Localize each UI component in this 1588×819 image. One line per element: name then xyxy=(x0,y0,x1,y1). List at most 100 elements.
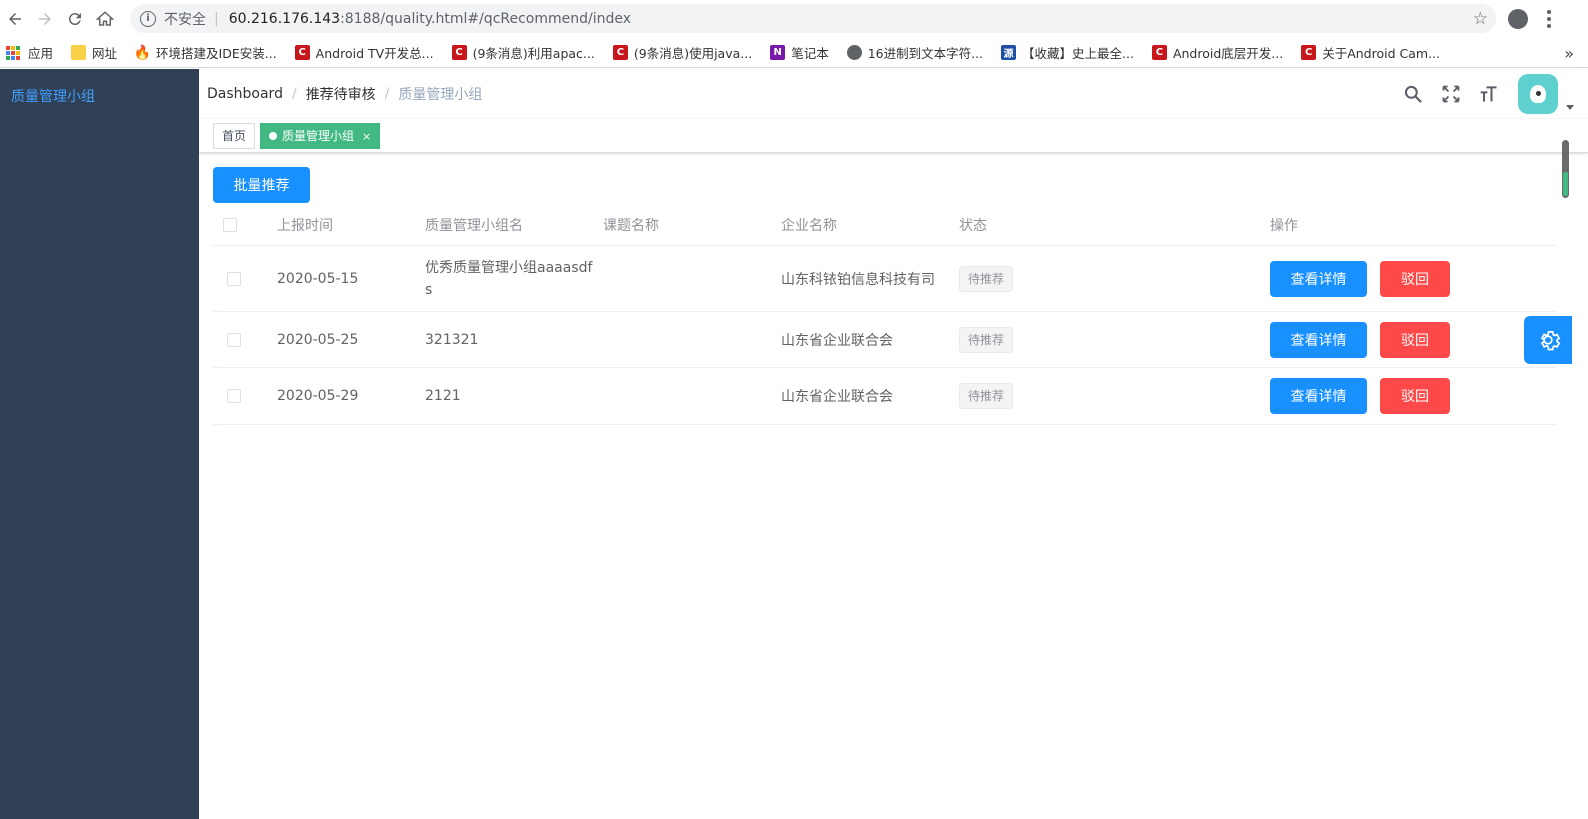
fullscreen-icon xyxy=(1442,85,1460,103)
cell-date: 2020-05-25 xyxy=(277,331,359,348)
bookmark-label: 网址 xyxy=(92,46,118,61)
column-header: 状态 xyxy=(959,218,987,234)
column-header: 质量管理小组名 xyxy=(425,218,523,234)
status-badge: 待推荐 xyxy=(959,383,1014,409)
view-detail-button[interactable]: 查看详情 xyxy=(1270,321,1367,358)
globe-icon xyxy=(846,45,862,60)
reject-button[interactable]: 驳回 xyxy=(1380,378,1450,414)
column-header: 课题名称 xyxy=(603,218,659,234)
row-checkbox[interactable] xyxy=(227,332,241,347)
sidebar-item-quality-group[interactable]: 质量管理小组 xyxy=(0,69,199,125)
row-checkbox[interactable] xyxy=(227,271,241,286)
status-badge: 待推荐 xyxy=(959,265,1014,292)
header-search-button[interactable] xyxy=(1394,69,1432,119)
size-select-button[interactable] xyxy=(1470,69,1508,119)
back-button[interactable] xyxy=(0,4,30,34)
recommend-table: 上报时间 质量管理小组名 课题名称 企业名称 状态 操作 2020-05-15 … xyxy=(213,205,1556,425)
select-all-checkbox[interactable] xyxy=(223,218,237,232)
csdn-icon: C xyxy=(612,45,628,60)
csdn-icon: C xyxy=(294,45,310,60)
text-size-icon xyxy=(1480,86,1497,102)
close-icon[interactable]: × xyxy=(362,130,371,143)
bookmark-ide[interactable]: 🔥 环境搭建及IDE安装... xyxy=(133,43,277,62)
breadcrumb-separator: / xyxy=(291,86,297,102)
bookmarks-more-button[interactable]: » xyxy=(1564,44,1574,63)
table-row: 2020-05-29 2121 山东省企业联合会 待推荐 查看详情 驳回 xyxy=(213,368,1556,425)
breadcrumb-item-dashboard[interactable]: Dashboard xyxy=(207,86,283,102)
search-icon xyxy=(1404,85,1422,103)
tag-label: 首页 xyxy=(222,129,247,143)
avatar-dropdown[interactable] xyxy=(1518,74,1574,114)
forward-button[interactable] xyxy=(30,4,60,34)
reload-icon xyxy=(68,13,81,26)
browser-menu-icon[interactable] xyxy=(1547,9,1551,29)
bookmark-android-low[interactable]: C Android底层开发... xyxy=(1151,43,1284,62)
cell-group: 2121 xyxy=(425,388,461,404)
bookmark-star-icon[interactable]: ☆ xyxy=(1473,9,1488,29)
bookmark-label: Android底层开发... xyxy=(1172,46,1284,61)
view-detail-button[interactable]: 查看详情 xyxy=(1270,378,1367,414)
reject-button[interactable]: 驳回 xyxy=(1380,260,1450,297)
view-detail-button[interactable]: 查看详情 xyxy=(1270,260,1367,297)
bookmark-label: 应用 xyxy=(28,46,54,61)
bookmark-apache[interactable]: C (9条消息)利用apac... xyxy=(451,43,595,62)
bookmark-label: 16进制到文本字符... xyxy=(867,46,984,61)
bookmark-android-cam[interactable]: C 关于Android Cam... xyxy=(1301,43,1440,62)
table-header: 上报时间 质量管理小组名 课题名称 企业名称 状态 操作 xyxy=(213,205,1556,246)
column-header: 上报时间 xyxy=(277,218,333,234)
insecure-label: 不安全 xyxy=(164,11,206,28)
tag-home[interactable]: 首页 xyxy=(213,123,256,149)
table-row: 2020-05-25 321321 山东省企业联合会 待推荐 查看详情 驳回 xyxy=(213,312,1556,368)
navbar-tools xyxy=(1394,69,1588,119)
home-button[interactable] xyxy=(90,4,120,34)
batch-recommend-button[interactable]: 批量推荐 xyxy=(213,167,310,203)
bookmark-label: 关于Android Cam... xyxy=(1322,46,1440,61)
breadcrumb-item-pending[interactable]: 推荐待审核 xyxy=(306,84,376,104)
row-checkbox[interactable] xyxy=(227,389,241,403)
navbar: Dashboard / 推荐待审核 / 质量管理小组 xyxy=(199,69,1588,119)
bookmark-label: 笔记本 xyxy=(791,46,829,61)
bookmark-notebook[interactable]: N 笔记本 xyxy=(770,43,829,62)
avatar[interactable] xyxy=(1518,74,1558,114)
bookmark-java[interactable]: C (9条消息)使用java... xyxy=(612,43,753,62)
settings-button[interactable] xyxy=(1524,316,1572,364)
bookmark-label: 【收藏】史上最全... xyxy=(1022,46,1134,61)
address-bar[interactable]: i 不安全 | 60.216.176.143 :8188/quality.htm… xyxy=(130,4,1496,33)
fullscreen-button[interactable] xyxy=(1432,69,1470,119)
cell-date: 2020-05-29 xyxy=(277,388,359,404)
bookmark-collection[interactable]: 源 【收藏】史上最全... xyxy=(1001,43,1134,62)
folder-icon xyxy=(71,45,87,60)
scrollbar-indicator xyxy=(1563,172,1568,196)
fire-icon: 🔥 xyxy=(133,44,152,61)
main-area: Dashboard / 推荐待审核 / 质量管理小组 首页 质量管理小组 × 批… xyxy=(199,69,1588,819)
bookmark-urls[interactable]: 网址 xyxy=(71,43,117,62)
caret-down-icon[interactable] xyxy=(1566,105,1574,110)
cell-company: 山东省企业联合会 xyxy=(781,389,893,405)
reload-button[interactable] xyxy=(60,4,90,34)
breadcrumb-separator: / xyxy=(384,86,390,102)
arrow-right-icon xyxy=(39,13,51,25)
cell-group: 优秀质量管理小组aaaasdfs xyxy=(425,259,593,298)
home-icon xyxy=(96,11,114,26)
gear-icon xyxy=(1540,331,1561,351)
breadcrumb: Dashboard / 推荐待审核 / 质量管理小组 xyxy=(207,69,482,119)
csdn-icon: C xyxy=(1301,45,1317,60)
url-path: :8188/quality.html#/qcRecommend/index xyxy=(340,10,632,27)
avatar-image-icon xyxy=(1530,85,1546,103)
profile-icon[interactable] xyxy=(1508,9,1528,29)
content: 批量推荐 上报时间 质量管理小组名 课题名称 企业名称 状态 操作 2020-0… xyxy=(213,167,1556,425)
address-separator: | xyxy=(214,10,219,27)
info-icon[interactable]: i xyxy=(140,10,156,27)
bookmark-android-tv[interactable]: C Android TV开发总... xyxy=(294,43,434,62)
reject-button[interactable]: 驳回 xyxy=(1380,321,1450,358)
bookmark-apps[interactable]: 应用 xyxy=(6,43,53,62)
bookmark-hex[interactable]: 16进制到文本字符... xyxy=(846,43,984,62)
bookmark-label: (9条消息)使用java... xyxy=(633,46,753,61)
arrow-left-icon xyxy=(9,13,21,25)
csdn-icon: C xyxy=(451,45,467,60)
column-header: 操作 xyxy=(1270,218,1298,234)
table-row: 2020-05-15 优秀质量管理小组aaaasdfs 山东科铱铂信息科技有司 … xyxy=(213,246,1556,312)
breadcrumb-item-current: 质量管理小组 xyxy=(398,87,483,103)
tag-quality-group[interactable]: 质量管理小组 × xyxy=(260,123,381,149)
status-badge: 待推荐 xyxy=(959,326,1014,353)
